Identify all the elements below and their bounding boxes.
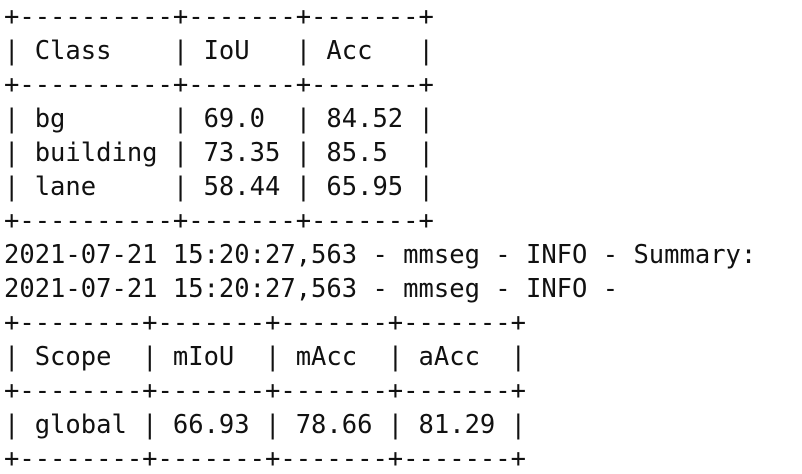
table-border: +----------+-------+-------+ (4, 70, 434, 100)
table-header-row: | Scope | mIoU | mAcc | aAcc | (4, 342, 526, 372)
table-row: | building | 73.35 | 85.5 | (4, 138, 434, 168)
table-border: +----------+-------+-------+ (4, 206, 434, 236)
terminal-output: +----------+-------+-------+ | Class | I… (0, 0, 802, 474)
summary-metrics-table: +--------+-------+-------+-------+ | Sco… (4, 306, 802, 474)
table-row: | lane | 58.44 | 65.95 | (4, 172, 434, 202)
log-line: 2021-07-21 15:20:27,563 - mmseg - INFO - (4, 274, 619, 304)
log-lines: 2021-07-21 15:20:27,563 - mmseg - INFO -… (4, 238, 802, 306)
table-row: | bg | 69.0 | 84.52 | (4, 104, 434, 134)
table-border: +--------+-------+-------+-------+ (4, 444, 526, 474)
table-row: | global | 66.93 | 78.66 | 81.29 | (4, 410, 526, 440)
table-header-row: | Class | IoU | Acc | (4, 36, 434, 66)
table-border: +--------+-------+-------+-------+ (4, 376, 526, 406)
log-line-summary: 2021-07-21 15:20:27,563 - mmseg - INFO -… (4, 240, 757, 270)
class-metrics-table: +----------+-------+-------+ | Class | I… (4, 0, 802, 238)
table-border: +----------+-------+-------+ (4, 2, 434, 32)
table-border: +--------+-------+-------+-------+ (4, 308, 526, 338)
